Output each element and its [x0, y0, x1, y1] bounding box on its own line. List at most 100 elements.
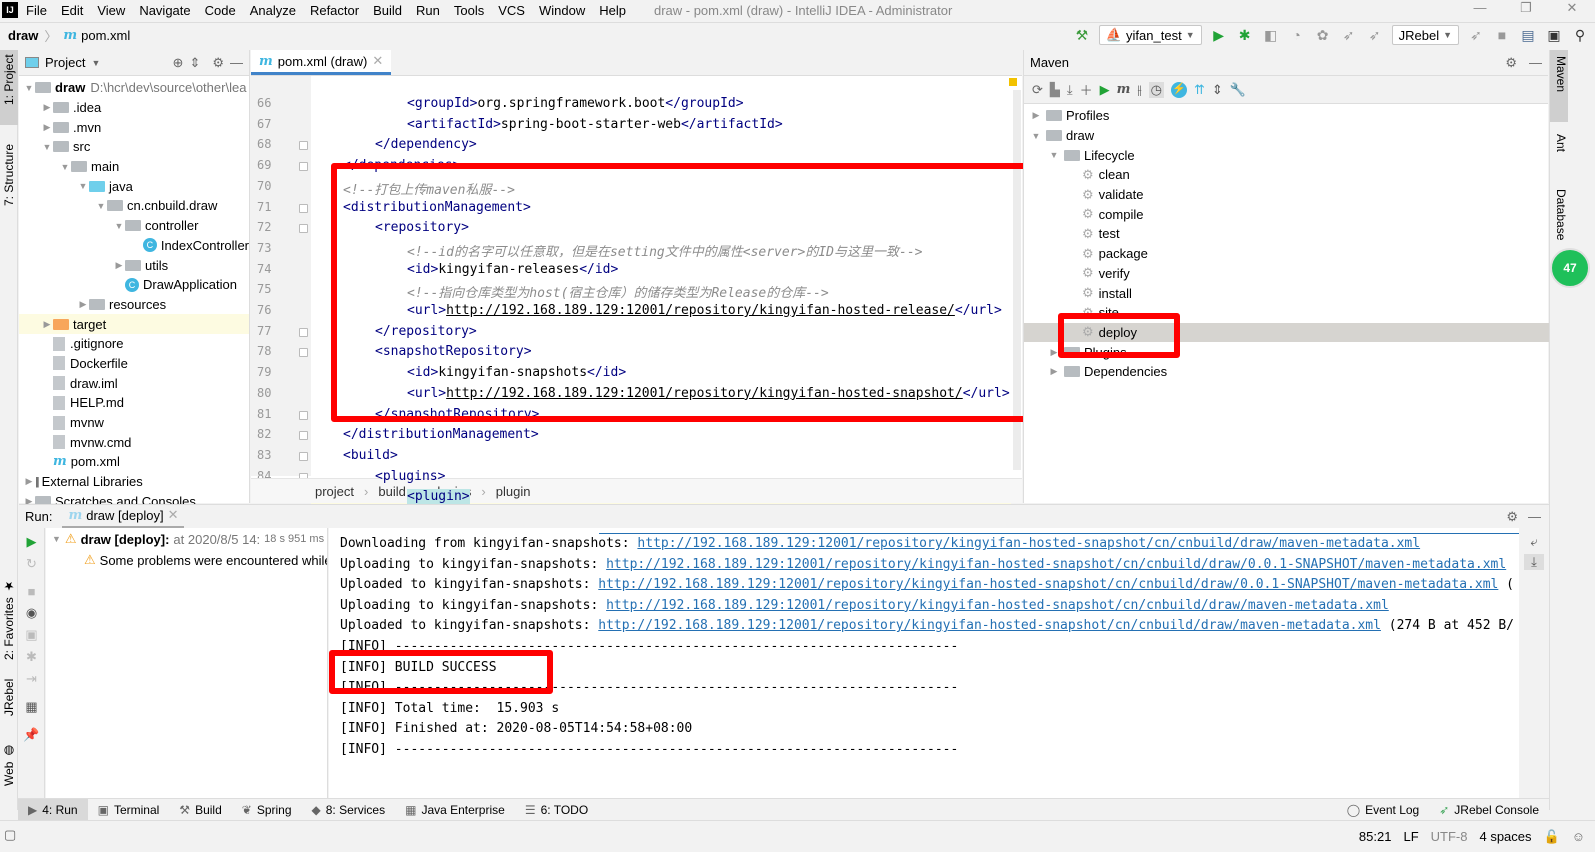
code-line[interactable]: <build> — [343, 448, 398, 463]
bottom-right-tab[interactable]: ➶ JRebel Console — [1429, 799, 1549, 821]
toggle-tool-windows-icon[interactable]: ▢ — [4, 827, 16, 843]
collapse-arrow-icon[interactable]: ▶ — [77, 299, 89, 310]
project-tree-item[interactable]: ▶ .mvn — [19, 117, 249, 137]
collapse-all-icon[interactable]: ⇕ — [1212, 82, 1223, 98]
expand-arrow-icon[interactable]: ▼ — [1030, 131, 1042, 141]
maven-tree-item[interactable]: ⚙ install — [1024, 283, 1548, 303]
project-tree-item[interactable]: ▶ utils — [19, 255, 249, 275]
project-tree-item[interactable]: mvnw.cmd — [19, 432, 249, 452]
code-line[interactable]: <url>http://192.168.189.129:12001/reposi… — [407, 386, 1010, 401]
lock-icon[interactable]: 🔓 — [1544, 829, 1560, 845]
project-tree-item[interactable]: ▼ cn.cnbuild.draw — [19, 196, 249, 216]
maven-tree-item[interactable]: ▶ Dependencies — [1024, 362, 1548, 382]
hide-icon[interactable]: — — [1528, 509, 1541, 524]
nav-project[interactable]: draw — [8, 28, 38, 43]
fold-marker-icon[interactable] — [299, 162, 308, 172]
fold-marker-icon[interactable] — [299, 327, 308, 337]
project-tree-item[interactable]: ▶ .idea — [19, 98, 249, 118]
tab-structure[interactable]: 7: Structure — [0, 140, 18, 220]
code-line[interactable]: <!--打包上传maven私服--> — [343, 179, 515, 198]
project-tree-item[interactable]: HELP.md — [19, 393, 249, 413]
build-hammer-icon[interactable]: ⚒ — [1073, 26, 1091, 44]
notification-badge[interactable]: 47 — [1550, 248, 1590, 288]
menu-help[interactable]: Help — [599, 3, 626, 18]
code-line[interactable]: <url>http://192.168.189.129:12001/reposi… — [407, 303, 1002, 318]
code-line[interactable]: </snapshotRepository> — [375, 407, 539, 422]
hide-icon[interactable]: — — [1529, 55, 1542, 70]
collapse-arrow-icon[interactable]: ▶ — [113, 260, 125, 271]
project-tree-item[interactable]: ▼ main — [19, 157, 249, 177]
maven-tree-item[interactable]: ⚙ deploy — [1024, 322, 1578, 343]
indent-setting[interactable]: 4 spaces — [1479, 829, 1531, 844]
console-link[interactable]: http://192.168.189.129:12001/repository/… — [606, 557, 1506, 572]
run-maven-build-icon[interactable]: ▶ — [1100, 82, 1110, 98]
code-line[interactable]: <repository> — [375, 220, 469, 235]
project-tree-item[interactable]: m pom.xml — [19, 452, 249, 472]
tab-maven[interactable]: Maven — [1550, 50, 1568, 122]
run-tree-root[interactable]: ▼ ⚠ draw [deploy]: at 2020/8/5 14: 18 s … — [46, 528, 327, 550]
run-icon[interactable]: ▶ — [1210, 26, 1228, 44]
fold-marker-icon[interactable] — [299, 224, 308, 234]
soft-wrap-icon[interactable]: ⤶ — [1519, 534, 1549, 550]
close-tab-icon[interactable]: ✕ — [168, 507, 179, 523]
coverage-icon[interactable]: ◧ — [1262, 26, 1280, 44]
maven-tree-item[interactable]: ⚙ clean — [1024, 165, 1548, 185]
gear-icon[interactable]: ⚙ — [212, 55, 224, 71]
collapse-arrow-icon[interactable]: ▶ — [41, 319, 53, 330]
menu-run[interactable]: Run — [416, 3, 440, 18]
expand-arrow-icon[interactable]: ▼ — [59, 162, 71, 172]
project-tree-item[interactable]: draw.iml — [19, 373, 249, 393]
project-tree-item[interactable]: mvnw — [19, 413, 249, 433]
project-tree-item[interactable]: ▼ java — [19, 176, 249, 196]
expand-arrow-icon[interactable]: ▼ — [52, 534, 61, 544]
expand-arrow-icon[interactable]: ▼ — [95, 201, 107, 211]
project-tree-item[interactable]: ▼ draw D:\hcr\dev\source\other\lea — [19, 78, 249, 98]
menu-tools[interactable]: Tools — [454, 3, 484, 18]
close-tab-icon[interactable]: ✕ — [372, 53, 383, 69]
breadcrumb-item[interactable]: build — [378, 484, 405, 499]
rerun-icon[interactable]: ▶ — [19, 534, 44, 550]
bottom-tab[interactable]: ▣ Terminal — [88, 799, 170, 821]
bottom-right-tab[interactable]: ◯ Event Log — [1337, 799, 1429, 821]
menu-code[interactable]: Code — [205, 3, 236, 18]
bottom-tab[interactable]: ▦ Java Enterprise — [395, 799, 515, 821]
jrebel-run-icon[interactable]: ✿ — [1314, 26, 1332, 44]
menu-refactor[interactable]: Refactor — [310, 3, 359, 18]
code-line[interactable]: <groupId>org.springframework.boot</group… — [407, 96, 744, 111]
menu-analyze[interactable]: Analyze — [250, 3, 296, 18]
skip-tests-icon[interactable]: ◷ — [1148, 81, 1164, 98]
lightning-icon[interactable]: ⚡ — [1171, 81, 1187, 98]
gear-icon[interactable]: ⚙ — [1506, 509, 1518, 525]
code-line[interactable]: <id>kingyifan-releases</id> — [407, 262, 618, 277]
pin-icon[interactable]: 📌 — [19, 727, 44, 743]
fold-marker-icon[interactable] — [299, 141, 308, 151]
run-config-select[interactable]: ⛵ yifan_test ▼ — [1098, 25, 1202, 45]
menu-navigate[interactable]: Navigate — [139, 3, 190, 18]
collapse-arrow-icon[interactable]: ▶ — [41, 122, 53, 133]
profile-icon[interactable]: ◔ — [1288, 26, 1306, 44]
code-line[interactable]: <!--指向仓库类型为host(宿主仓库）的储存类型为Release的仓库--> — [407, 282, 829, 301]
maven-tree-item[interactable]: ⚙ compile — [1024, 204, 1548, 224]
menu-view[interactable]: View — [97, 3, 125, 18]
close-window-button[interactable]: ✕ — [1549, 0, 1595, 16]
console-link[interactable]: http://192.168.189.129:12001/repository/… — [606, 598, 1389, 613]
project-tree-item[interactable]: .gitignore — [19, 334, 249, 354]
toggle-offline-icon[interactable]: ⫲ — [1137, 82, 1141, 98]
console-output[interactable]: Downloading from kingyifan-snapshots: ht… — [329, 528, 1519, 798]
maven-tree-item[interactable]: ▶ Profiles — [1024, 106, 1548, 126]
scroll-to-end-icon[interactable]: ⤓ — [1524, 554, 1544, 570]
menu-build[interactable]: Build — [373, 3, 402, 18]
warning-marker-icon[interactable] — [1009, 78, 1017, 86]
fold-marker-icon[interactable] — [299, 451, 308, 461]
line-separator[interactable]: LF — [1403, 829, 1418, 844]
debug-bug-icon[interactable]: ✱ — [1236, 26, 1254, 44]
wrench-icon[interactable]: 🔧 — [1230, 82, 1246, 98]
maven-tree-item[interactable]: ▼ draw — [1024, 126, 1548, 146]
tab-ant[interactable]: Ant — [1550, 130, 1568, 170]
bottom-tab[interactable]: ☰ 6: TODO — [515, 799, 598, 821]
project-tree-item[interactable]: ▶ ||| External Libraries — [19, 472, 249, 492]
menu-file[interactable]: File — [26, 3, 47, 18]
tab-jrebel[interactable]: JRebel — [0, 675, 18, 735]
code-line[interactable]: <id>kingyifan-snapshots</id> — [407, 365, 626, 380]
maven-tree-item[interactable]: ⚙ verify — [1024, 264, 1548, 284]
